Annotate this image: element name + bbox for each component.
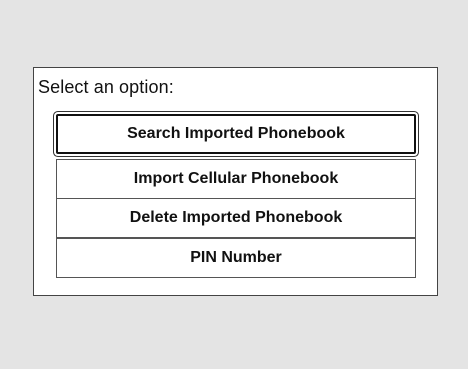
option-search-imported-phonebook[interactable]: Search Imported Phonebook [56, 114, 416, 154]
option-import-cellular-phonebook[interactable]: Import Cellular Phonebook [56, 159, 416, 199]
option-pin-number[interactable]: PIN Number [56, 238, 416, 278]
option-dialog: Select an option: Search Imported Phoneb… [33, 67, 438, 296]
dialog-prompt: Select an option: [38, 77, 174, 97]
option-list: Search Imported Phonebook Import Cellula… [56, 108, 416, 282]
option-delete-imported-phonebook[interactable]: Delete Imported Phonebook [56, 198, 416, 238]
